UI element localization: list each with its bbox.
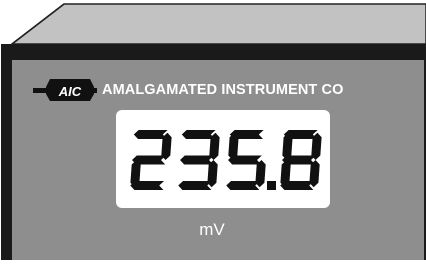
segment-g bbox=[180, 155, 214, 165]
decimal-point bbox=[267, 181, 276, 190]
segment-g bbox=[132, 155, 166, 165]
svg-text:AIC: AIC bbox=[58, 84, 82, 99]
segment-d bbox=[178, 181, 213, 190]
panel-meter: AIC AMALGAMATED INSTRUMENT CO mV bbox=[0, 0, 426, 264]
brand-name: AMALGAMATED INSTRUMENT CO bbox=[102, 82, 344, 98]
housing-top bbox=[9, 3, 426, 45]
segment-a bbox=[133, 130, 168, 139]
segment-a bbox=[181, 130, 216, 139]
segment-g bbox=[282, 155, 316, 165]
unit-label: mV bbox=[199, 220, 225, 239]
segment-g bbox=[228, 155, 262, 165]
segment-d bbox=[226, 181, 261, 190]
